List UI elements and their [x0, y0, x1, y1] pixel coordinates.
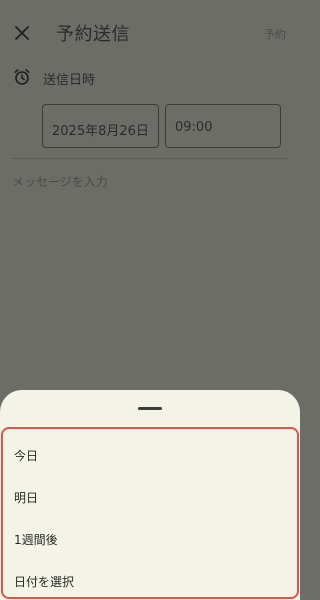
bottom-sheet: 今日 明日 1週間後 日付を選択 [0, 390, 300, 600]
option-tomorrow[interactable]: 明日 [3, 476, 297, 518]
quick-date-options: 今日 明日 1週間後 日付を選択 [1, 427, 299, 599]
option-one-week-later[interactable]: 1週間後 [3, 518, 297, 560]
drag-handle[interactable] [138, 407, 162, 410]
send-datetime-label: 送信日時 [43, 73, 96, 88]
close-icon[interactable] [12, 23, 32, 43]
message-input[interactable]: メッセージを入力 [12, 173, 288, 193]
date-field[interactable]: 2025年8月26日 [42, 104, 159, 148]
option-pick-date[interactable]: 日付を選択 [3, 560, 297, 600]
time-field[interactable]: 09:00 [165, 104, 281, 148]
option-today[interactable]: 今日 [3, 434, 297, 476]
page-title: 予約送信 [56, 24, 130, 45]
alarm-clock-icon [12, 67, 32, 87]
send-datetime-row: 送信日時 [0, 66, 300, 88]
divider [12, 158, 288, 159]
top-app-bar: 予約送信 予約 [0, 0, 300, 66]
schedule-button[interactable]: 予約 [264, 26, 286, 42]
